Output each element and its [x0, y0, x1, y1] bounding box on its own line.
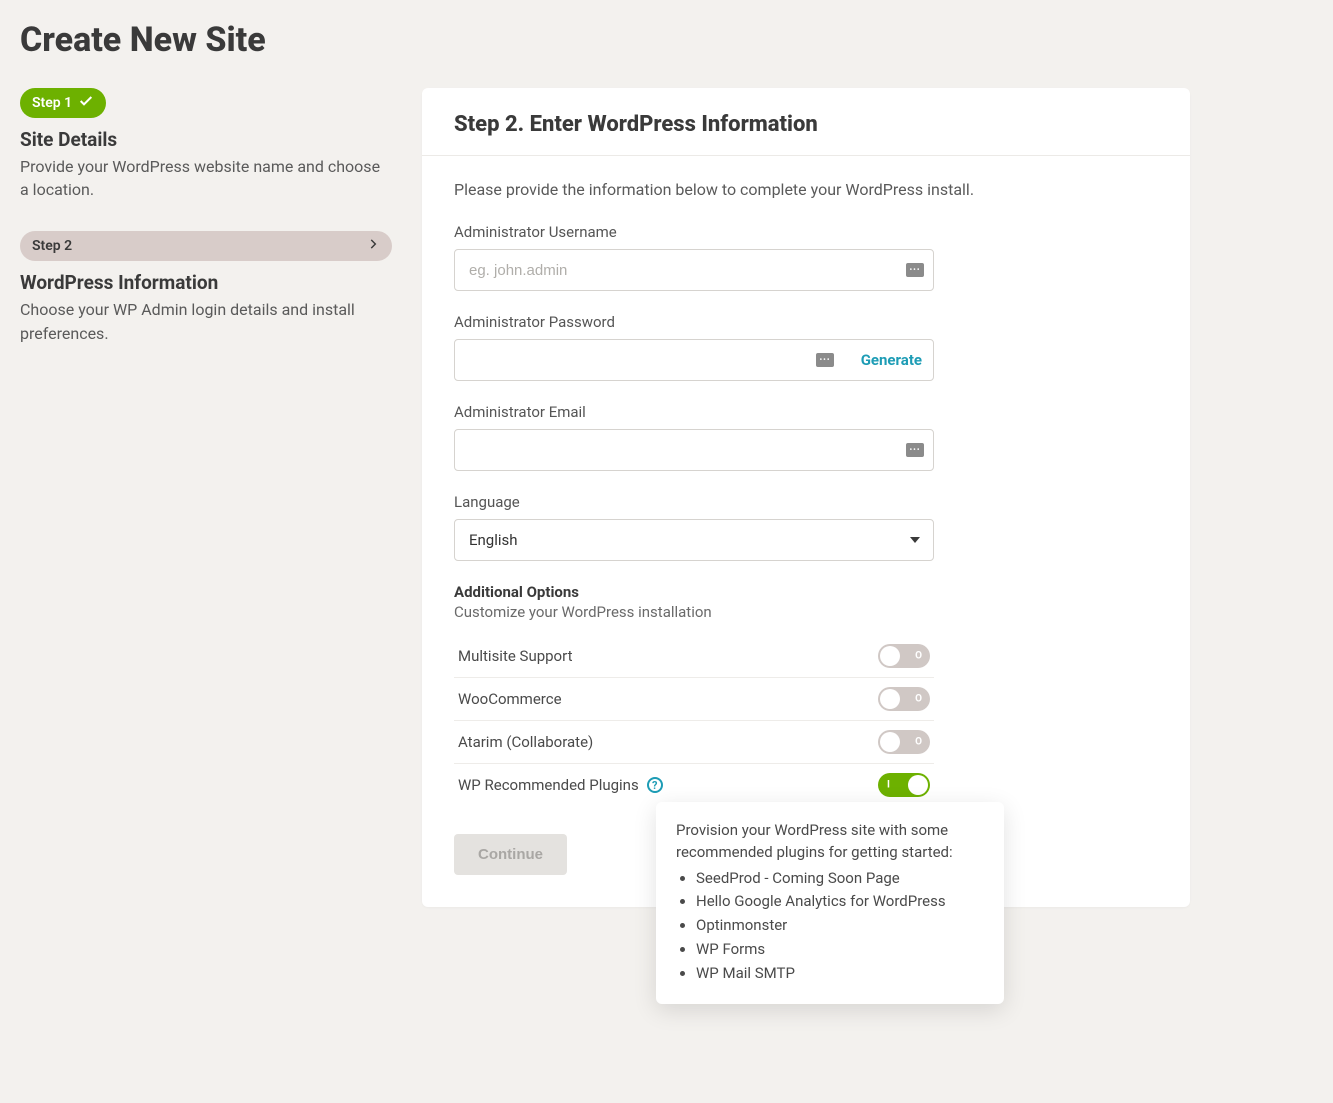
email-input[interactable] [454, 429, 934, 471]
chevron-right-icon [366, 237, 380, 255]
password-label: Administrator Password [454, 313, 934, 331]
toggle-recommended-plugins[interactable]: I [878, 773, 930, 797]
option-multisite: Multisite Support O [454, 635, 934, 678]
option-atarim: Atarim (Collaborate) O [454, 721, 934, 764]
step-2-block[interactable]: Step 2 WordPress Information Choose your… [20, 231, 392, 344]
username-label: Administrator Username [454, 223, 934, 241]
option-woocommerce: WooCommerce O [454, 678, 934, 721]
email-label: Administrator Email [454, 403, 934, 421]
step-1-title: Site Details [20, 128, 392, 151]
step-1-badge-label: Step 1 [32, 95, 72, 111]
options-desc: Customize your WordPress installation [454, 603, 1158, 621]
option-label: Multisite Support [458, 647, 572, 665]
step-2-desc: Choose your WP Admin login details and i… [20, 298, 392, 344]
language-label: Language [454, 493, 934, 511]
toggle-atarim[interactable]: O [878, 730, 930, 754]
step-2-badge-label: Step 2 [32, 238, 72, 254]
caret-down-icon [910, 537, 920, 543]
toggle-multisite[interactable]: O [878, 644, 930, 668]
step-1-desc: Provide your WordPress website name and … [20, 155, 392, 201]
step-2-badge[interactable]: Step 2 [20, 231, 392, 261]
help-icon[interactable]: ? [647, 777, 663, 793]
form-heading: Step 2. Enter WordPress Information [454, 112, 1158, 137]
autofill-icon[interactable] [816, 353, 834, 367]
continue-button[interactable]: Continue [454, 834, 567, 875]
form-intro: Please provide the information below to … [454, 180, 1158, 199]
step-1-block[interactable]: Step 1 Site Details Provide your WordPre… [20, 88, 392, 201]
tooltip-item: Hello Google Analytics for WordPress [696, 891, 984, 913]
autofill-icon[interactable] [906, 443, 924, 457]
step-1-badge: Step 1 [20, 88, 106, 118]
tooltip-text: Provision your WordPress site with some … [676, 820, 984, 864]
language-select[interactable]: English [454, 519, 934, 561]
username-input[interactable] [454, 249, 934, 291]
option-label: Atarim (Collaborate) [458, 733, 593, 751]
toggle-woocommerce[interactable]: O [878, 687, 930, 711]
option-recommended-plugins: WP Recommended Plugins ? I [454, 764, 934, 806]
wizard-sidebar: Step 1 Site Details Provide your WordPre… [20, 88, 392, 375]
generate-password-link[interactable]: Generate [861, 351, 922, 369]
tooltip-item: Optinmonster [696, 915, 984, 937]
page-title: Create New Site [20, 20, 1313, 60]
language-value: English [469, 531, 518, 549]
check-icon [78, 93, 94, 113]
form-card: Step 2. Enter WordPress Information Plea… [422, 88, 1190, 907]
option-label: WooCommerce [458, 690, 562, 708]
tooltip-item: WP Forms [696, 939, 984, 961]
step-2-title: WordPress Information [20, 271, 392, 294]
plugins-tooltip: Provision your WordPress site with some … [656, 802, 1004, 1004]
options-title: Additional Options [454, 583, 1158, 601]
tooltip-item: WP Mail SMTP [696, 963, 984, 985]
option-label: WP Recommended Plugins [458, 776, 639, 794]
autofill-icon[interactable] [906, 263, 924, 277]
tooltip-item: SeedProd - Coming Soon Page [696, 868, 984, 890]
